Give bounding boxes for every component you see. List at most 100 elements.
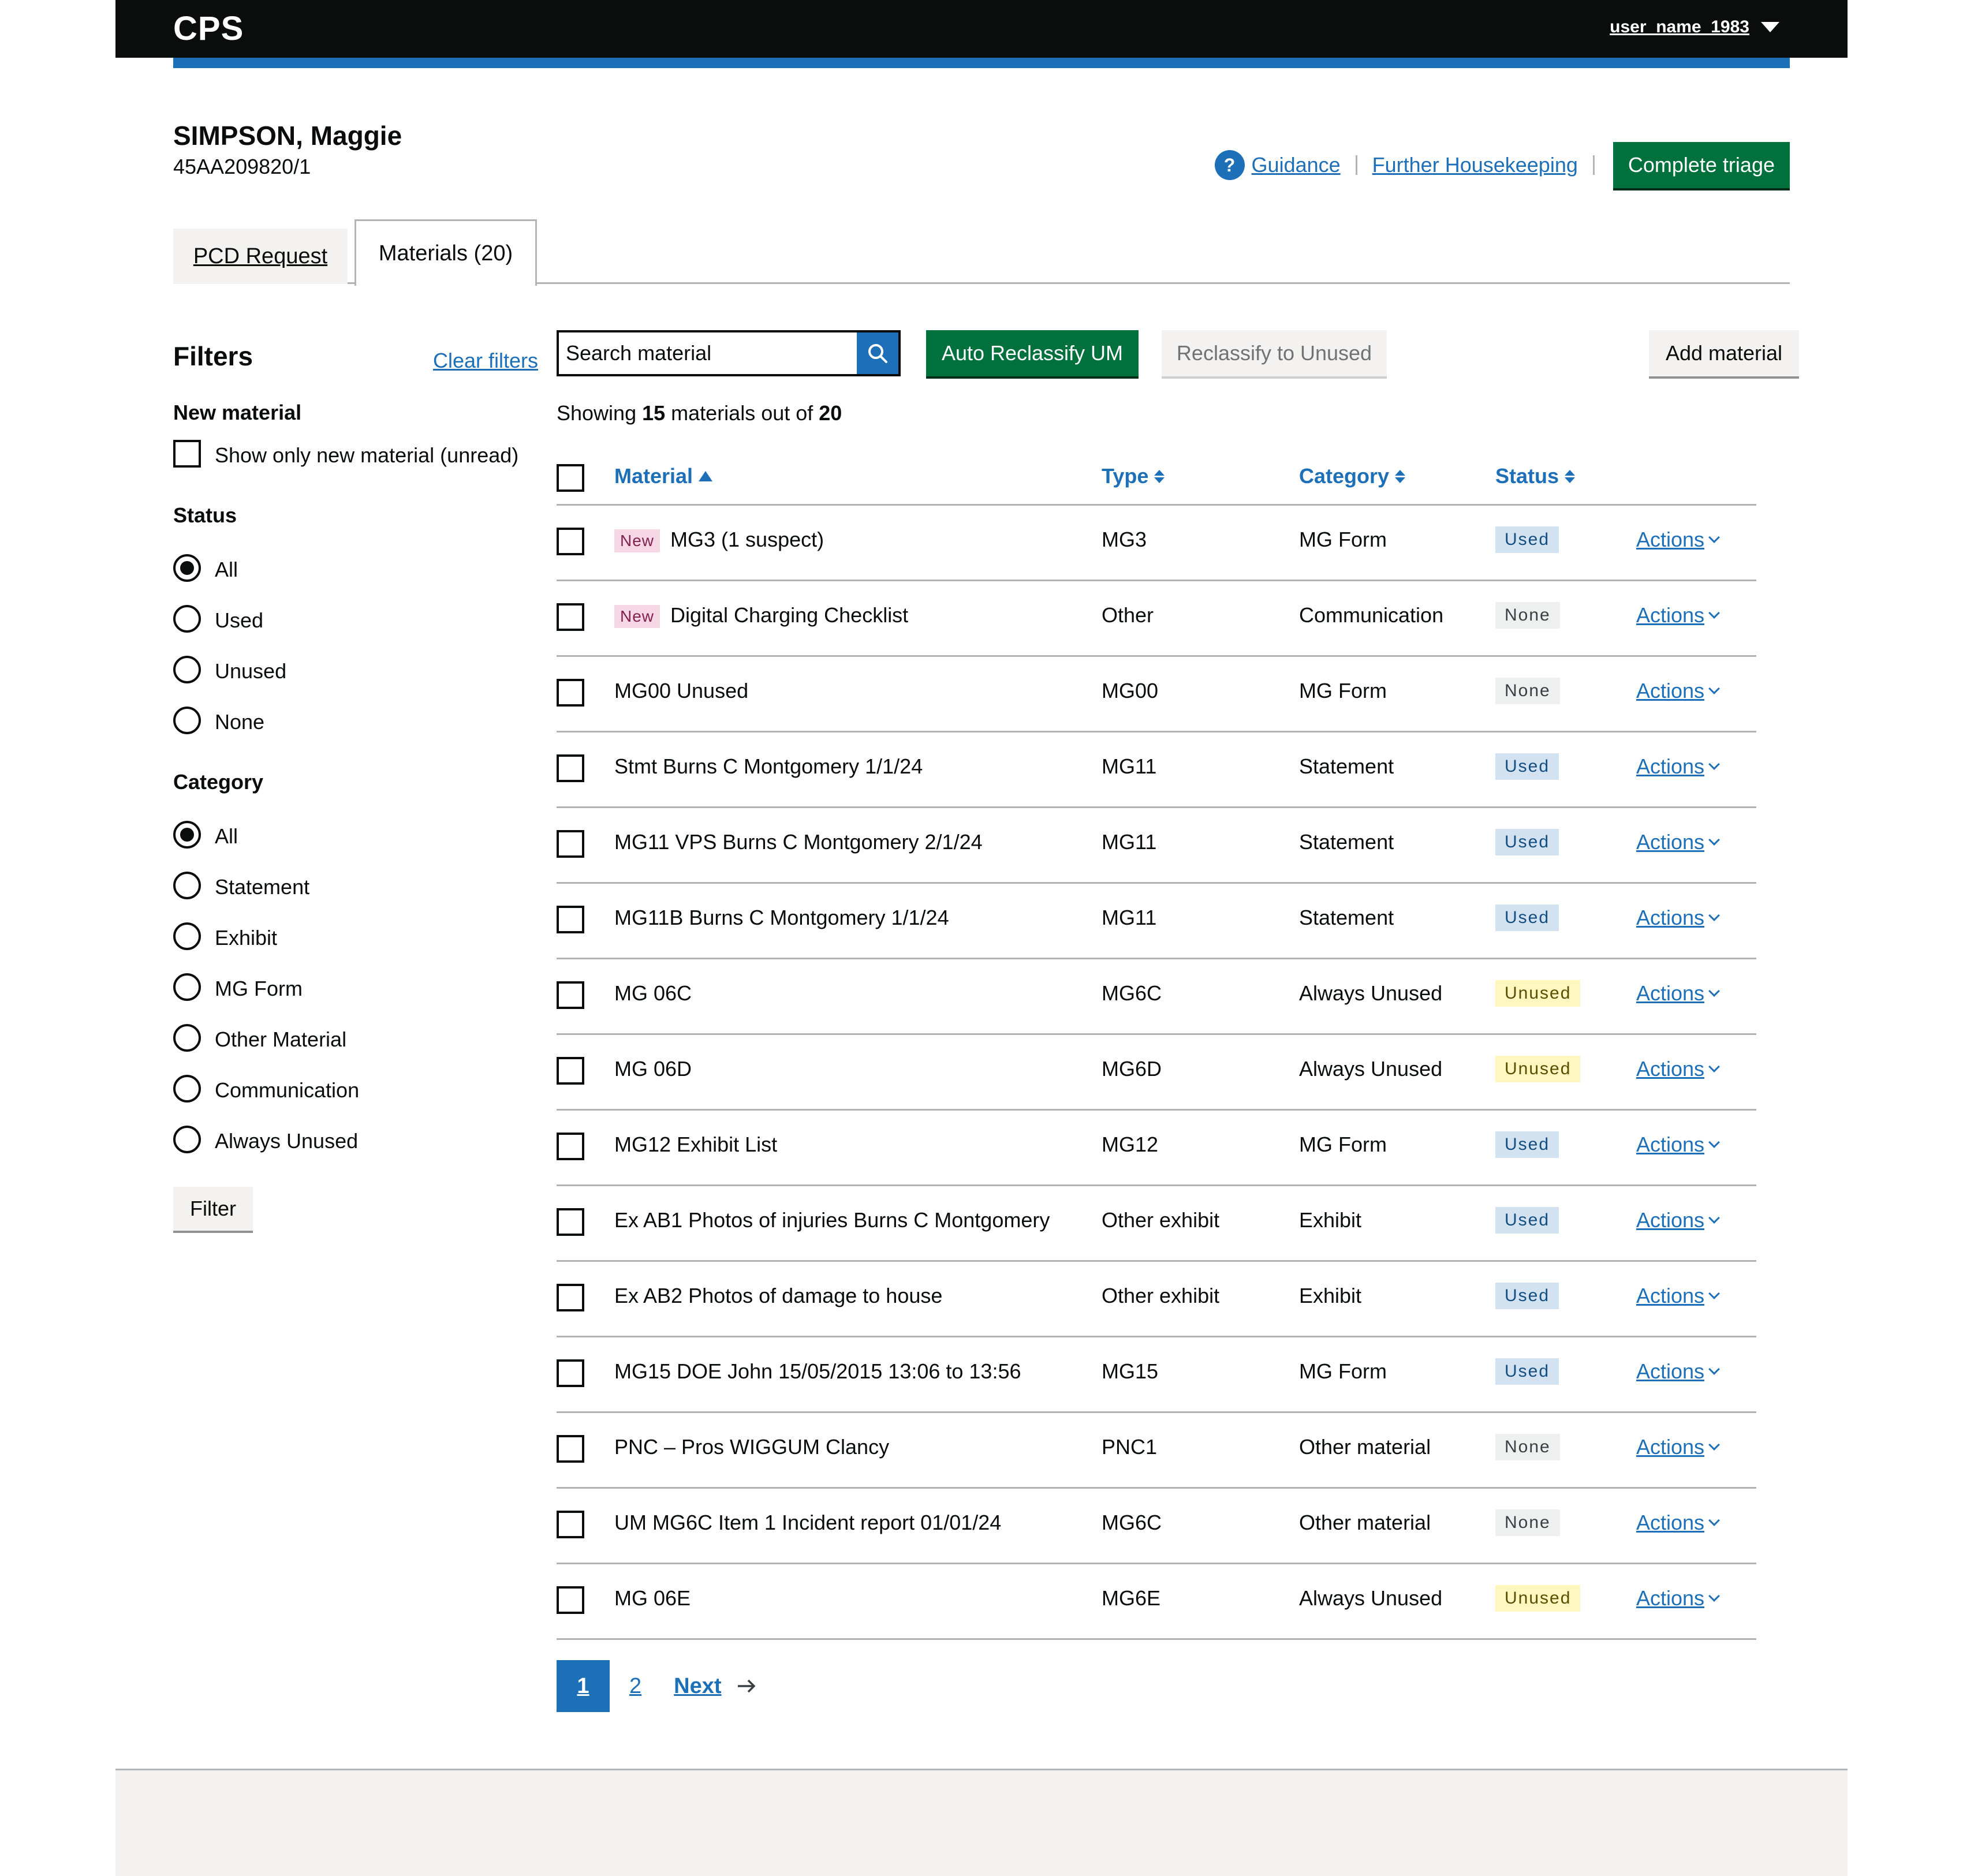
row-checkbox[interactable] xyxy=(557,981,584,1009)
category-radio-mg-form[interactable] xyxy=(173,973,201,1001)
actions-label[interactable]: Actions xyxy=(1636,679,1704,703)
column-header-status[interactable]: Status xyxy=(1495,464,1576,488)
category-option-label[interactable]: Always Unused xyxy=(215,1129,358,1153)
actions-label[interactable]: Actions xyxy=(1636,1284,1704,1308)
material-name[interactable]: MG 06C xyxy=(614,981,692,1005)
material-name[interactable]: Ex AB1 Photos of injuries Burns C Montgo… xyxy=(614,1208,1050,1232)
material-cell[interactable]: Ex AB2 Photos of damage to house xyxy=(614,1284,942,1308)
actions-label[interactable]: Actions xyxy=(1636,981,1704,1006)
actions-menu-button[interactable]: Actions xyxy=(1636,754,1720,779)
actions-label[interactable]: Actions xyxy=(1636,1133,1704,1157)
actions-menu-button[interactable]: Actions xyxy=(1636,1435,1720,1459)
next-label[interactable]: Next xyxy=(674,1674,721,1699)
category-radio-statement[interactable] xyxy=(173,872,201,899)
material-name[interactable]: Stmt Burns C Montgomery 1/1/24 xyxy=(614,754,923,778)
category-radio-communication[interactable] xyxy=(173,1075,201,1103)
row-checkbox[interactable] xyxy=(557,1359,584,1387)
status-radio-unused[interactable] xyxy=(173,656,201,683)
actions-menu-button[interactable]: Actions xyxy=(1636,1586,1720,1610)
show-new-only-checkbox[interactable] xyxy=(173,440,201,468)
category-option-label[interactable]: Communication xyxy=(215,1078,359,1103)
show-new-only-label[interactable]: Show only new material (unread) xyxy=(215,443,518,468)
status-option-label[interactable]: Used xyxy=(215,608,263,633)
actions-menu-button[interactable]: Actions xyxy=(1636,906,1720,930)
material-name[interactable]: MG12 Exhibit List xyxy=(614,1133,777,1156)
material-name[interactable]: Digital Charging Checklist xyxy=(670,603,908,627)
category-option-label[interactable]: Statement xyxy=(215,875,309,899)
material-cell[interactable]: MG11B Burns C Montgomery 1/1/24 xyxy=(614,906,949,930)
material-cell[interactable]: PNC – Pros WIGGUM Clancy xyxy=(614,1435,889,1459)
filter-button[interactable]: Filter xyxy=(173,1187,253,1231)
search-input[interactable] xyxy=(559,332,861,374)
material-name[interactable]: MG00 Unused xyxy=(614,679,748,702)
material-cell[interactable]: Stmt Burns C Montgomery 1/1/24 xyxy=(614,754,923,779)
row-checkbox[interactable] xyxy=(557,1284,584,1311)
material-cell[interactable]: MG15 DOE John 15/05/2015 13:06 to 13:56 xyxy=(614,1359,1021,1384)
material-cell[interactable]: MG 06C xyxy=(614,981,692,1006)
material-cell[interactable]: New MG3 (1 suspect) xyxy=(614,528,824,553)
category-radio-exhibit[interactable] xyxy=(173,922,201,950)
material-name[interactable]: UM MG6C Item 1 Incident report 01/01/24 xyxy=(614,1511,1001,1534)
actions-label[interactable]: Actions xyxy=(1636,1057,1704,1081)
row-checkbox[interactable] xyxy=(557,1586,584,1614)
row-checkbox[interactable] xyxy=(557,603,584,631)
row-checkbox[interactable] xyxy=(557,528,584,555)
status-option-label[interactable]: None xyxy=(215,710,264,734)
actions-menu-button[interactable]: Actions xyxy=(1636,1359,1720,1384)
actions-label[interactable]: Actions xyxy=(1636,1586,1704,1610)
add-material-button[interactable]: Add material xyxy=(1649,330,1799,376)
material-cell[interactable]: New Digital Charging Checklist xyxy=(614,603,908,629)
row-checkbox[interactable] xyxy=(557,754,584,782)
user-menu[interactable]: user_name_1983 xyxy=(1610,17,1779,37)
actions-menu-button[interactable]: Actions xyxy=(1636,830,1720,854)
material-name[interactable]: MG3 (1 suspect) xyxy=(670,528,824,551)
material-cell[interactable]: MG12 Exhibit List xyxy=(614,1133,777,1157)
row-checkbox[interactable] xyxy=(557,1133,584,1160)
actions-menu-button[interactable]: Actions xyxy=(1636,1284,1720,1308)
row-checkbox[interactable] xyxy=(557,1511,584,1538)
category-option-label[interactable]: Exhibit xyxy=(215,926,277,950)
tab-pcd-request[interactable]: PCD Request xyxy=(173,229,348,284)
status-radio-all[interactable] xyxy=(173,554,201,582)
category-radio-all[interactable] xyxy=(173,821,201,849)
material-cell[interactable]: MG 06D xyxy=(614,1057,692,1081)
actions-label[interactable]: Actions xyxy=(1636,1435,1704,1459)
status-option-label[interactable]: Unused xyxy=(215,659,286,683)
actions-label[interactable]: Actions xyxy=(1636,528,1704,552)
actions-label[interactable]: Actions xyxy=(1636,1359,1704,1384)
material-name[interactable]: MG11B Burns C Montgomery 1/1/24 xyxy=(614,906,949,929)
page-current[interactable]: 1 xyxy=(557,1660,610,1712)
actions-menu-button[interactable]: Actions xyxy=(1636,528,1720,552)
status-radio-used[interactable] xyxy=(173,605,201,633)
actions-menu-button[interactable]: Actions xyxy=(1636,603,1720,627)
guidance-link[interactable]: Guidance xyxy=(1252,153,1341,177)
actions-menu-button[interactable]: Actions xyxy=(1636,981,1720,1006)
material-cell[interactable]: Ex AB1 Photos of injuries Burns C Montgo… xyxy=(614,1208,1050,1232)
question-icon[interactable]: ? xyxy=(1214,150,1245,180)
actions-menu-button[interactable]: Actions xyxy=(1636,1511,1720,1535)
further-housekeeping-link[interactable]: Further Housekeeping xyxy=(1372,153,1578,177)
category-radio-other-material[interactable] xyxy=(173,1024,201,1052)
search-button[interactable] xyxy=(857,332,898,374)
material-cell[interactable]: UM MG6C Item 1 Incident report 01/01/24 xyxy=(614,1511,1001,1535)
column-header-material[interactable]: Material xyxy=(614,464,713,488)
status-radio-none[interactable] xyxy=(173,707,201,734)
header-label[interactable]: Type xyxy=(1102,464,1148,488)
header-label[interactable]: Category xyxy=(1299,464,1389,488)
reclassify-to-unused-button[interactable]: Reclassify to Unused xyxy=(1162,330,1387,376)
header-label[interactable]: Status xyxy=(1495,464,1559,488)
status-option-label[interactable]: All xyxy=(215,558,238,582)
actions-menu-button[interactable]: Actions xyxy=(1636,1208,1720,1232)
actions-menu-button[interactable]: Actions xyxy=(1636,679,1720,703)
row-checkbox[interactable] xyxy=(557,906,584,933)
actions-label[interactable]: Actions xyxy=(1636,754,1704,779)
material-name[interactable]: MG15 DOE John 15/05/2015 13:06 to 13:56 xyxy=(614,1359,1021,1383)
material-name[interactable]: PNC – Pros WIGGUM Clancy xyxy=(614,1435,889,1459)
actions-label[interactable]: Actions xyxy=(1636,830,1704,854)
actions-menu-button[interactable]: Actions xyxy=(1636,1133,1720,1157)
column-header-type[interactable]: Type xyxy=(1102,464,1165,488)
category-option-label[interactable]: MG Form xyxy=(215,977,303,1001)
material-cell[interactable]: MG11 VPS Burns C Montgomery 2/1/24 xyxy=(614,830,983,854)
page-link[interactable]: 2 xyxy=(629,1674,641,1699)
material-cell[interactable]: MG00 Unused xyxy=(614,679,748,703)
